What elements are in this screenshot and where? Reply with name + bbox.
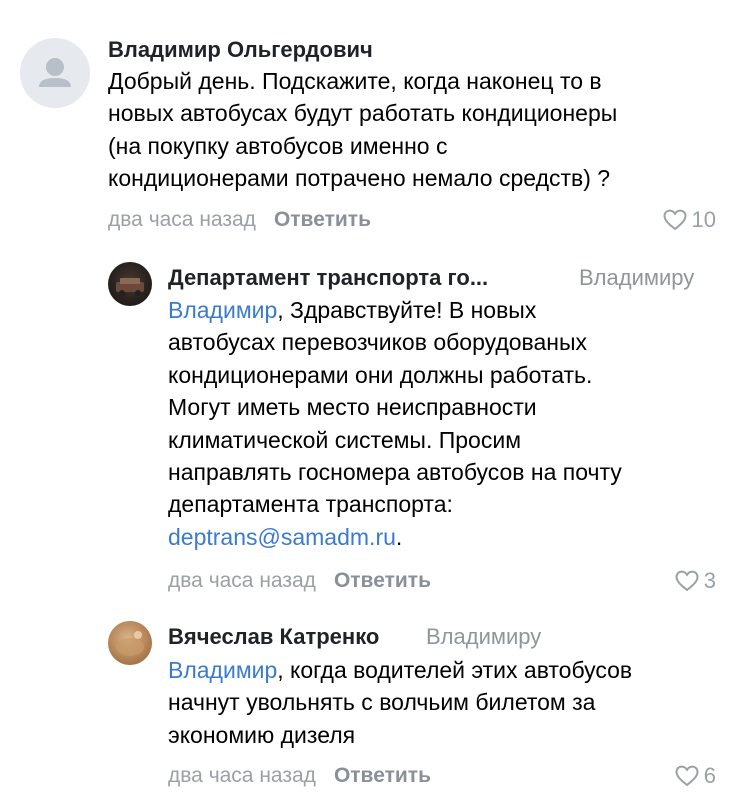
user-avatar[interactable] — [20, 38, 90, 108]
comment-text: Владимир, когда водителей этих автобусов… — [168, 654, 728, 751]
comment-meta: два часа назад Ответить — [108, 207, 371, 233]
department-avatar[interactable] — [108, 262, 152, 306]
comment-text: Владимир, Здравствуйте! В новых автобуса… — [168, 294, 728, 553]
reply-to-label[interactable]: Владимиру — [426, 624, 541, 650]
photo-avatar-icon — [116, 631, 144, 656]
reply-button[interactable]: Ответить — [334, 569, 431, 592]
heart-outline-icon — [663, 209, 687, 231]
like-count: 10 — [691, 207, 716, 232]
comment-3: Вячеслав Катренко Владимиру Владимир, ко… — [0, 610, 744, 800]
comment-author[interactable]: Владимир Ольгердович — [108, 37, 373, 63]
comment-time: два часа назад — [108, 208, 256, 231]
comment-meta: два часа назад Ответить — [168, 568, 431, 594]
mention-link[interactable]: Владимир — [168, 657, 277, 683]
comment-time: два часа назад — [168, 764, 316, 787]
heart-outline-icon — [675, 765, 699, 787]
comment-text-tail: . — [395, 523, 403, 550]
comment-author[interactable]: Вячеслав Катренко — [168, 624, 379, 650]
like-button[interactable]: 10 — [662, 207, 716, 233]
like-button[interactable]: 3 — [674, 568, 716, 594]
user-placeholder-icon — [39, 58, 71, 87]
comment-text-body: , Здравствуйте! В новых автобусах перево… — [168, 297, 622, 518]
reply-button[interactable]: Ответить — [334, 764, 431, 787]
photo-avatar-icon — [116, 278, 144, 296]
user-avatar[interactable] — [108, 621, 152, 665]
comment-1: Владимир Ольгердович Добрый день. Подска… — [0, 0, 744, 250]
like-count: 6 — [703, 763, 716, 788]
comment-time: два часа назад — [168, 569, 316, 592]
email-link[interactable]: deptrans@samadm.ru — [168, 524, 396, 550]
comment-2: Департамент транспорта го... Владимиру В… — [0, 250, 744, 610]
like-count: 3 — [703, 568, 716, 593]
mention-link[interactable]: Владимир — [168, 297, 277, 323]
heart-outline-icon — [675, 570, 699, 592]
comment-author[interactable]: Департамент транспорта го... — [168, 265, 488, 291]
comment-text: Добрый день. Подскажите, когда наконец т… — [108, 68, 618, 192]
comment-meta: два часа назад Ответить — [168, 763, 431, 789]
reply-button[interactable]: Ответить — [274, 208, 371, 231]
like-button[interactable]: 6 — [674, 763, 716, 789]
reply-to-label[interactable]: Владимиру — [579, 265, 694, 291]
